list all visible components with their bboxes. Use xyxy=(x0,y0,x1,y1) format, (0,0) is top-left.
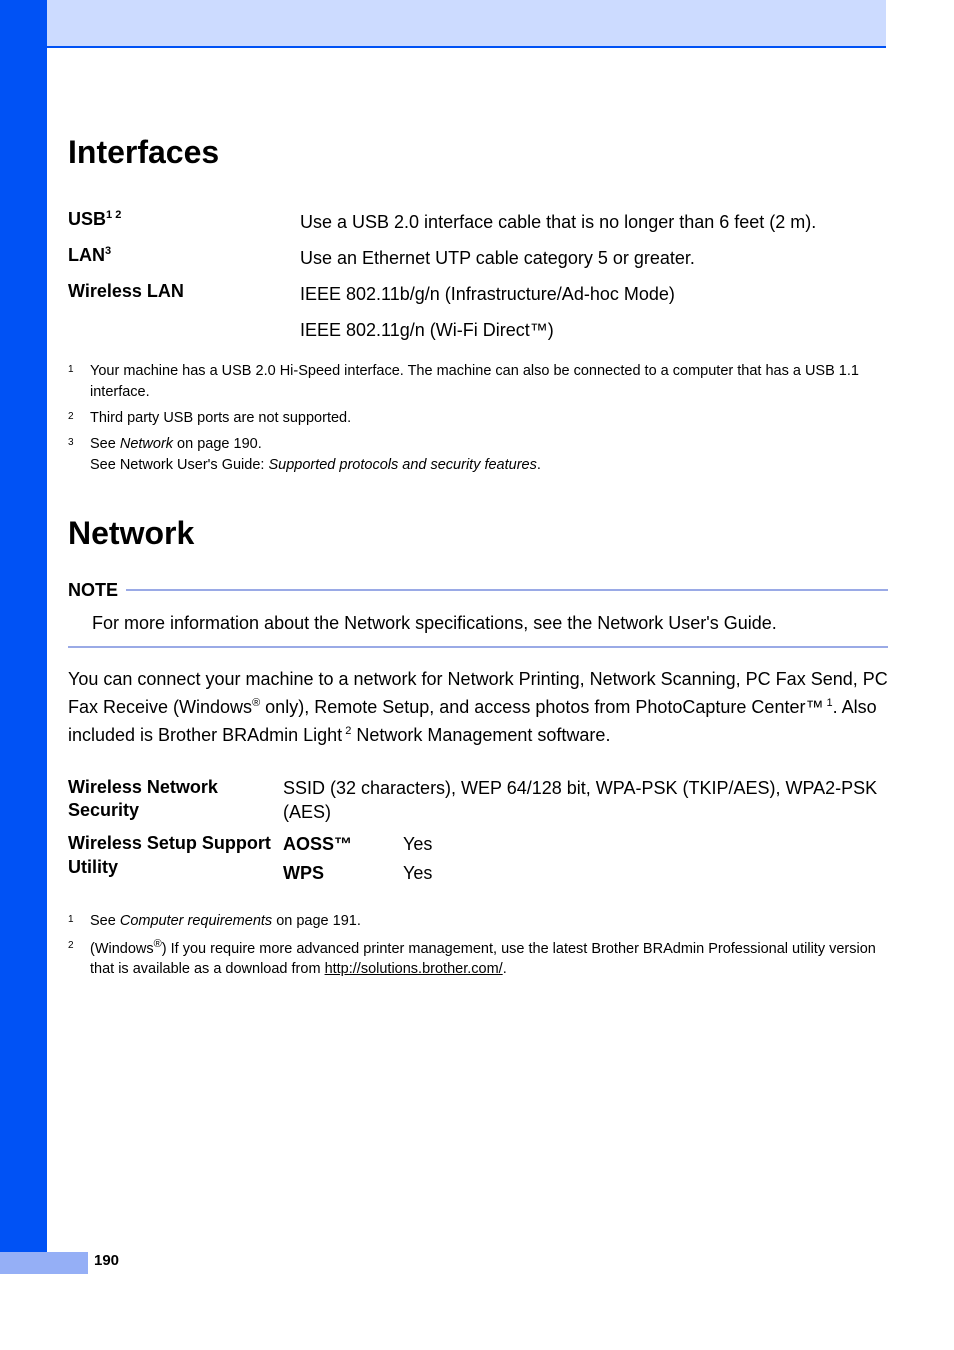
table-row: Wireless Network Security SSID (32 chara… xyxy=(68,776,888,825)
network-table: Wireless Network Security SSID (32 chara… xyxy=(68,776,888,889)
section-heading-network: Network xyxy=(68,515,888,552)
label-text: USB xyxy=(68,209,106,229)
text-span: only), Remote Setup, and access photos f… xyxy=(260,697,823,717)
value-line: IEEE 802.11b/g/n (Infrastructure/Ad-hoc … xyxy=(300,281,888,307)
text-span-italic: Supported protocols and security feature… xyxy=(268,457,536,473)
text-span: See xyxy=(90,436,120,452)
footnote-ref: 3 xyxy=(105,245,111,257)
table-row: Wireless Setup Support Utility AOSS™ Yes… xyxy=(68,832,888,889)
sub-label: AOSS™ xyxy=(283,832,403,856)
page-content: Interfaces USB1 2 Use a USB 2.0 interfac… xyxy=(68,134,888,1020)
footnote: 2 (Windows®) If you require more advance… xyxy=(68,937,888,979)
registered-mark: ® xyxy=(154,938,162,950)
footnote-marker: 2 xyxy=(68,408,90,428)
table-row: AOSS™ Yes xyxy=(283,832,888,856)
text-span: (Windows xyxy=(90,941,154,957)
left-sidebar xyxy=(0,0,47,1252)
table-row: USB1 2 Use a USB 2.0 interface cable tha… xyxy=(68,209,888,235)
spec-value: IEEE 802.11b/g/n (Infrastructure/Ad-hoc … xyxy=(300,281,888,343)
table-row: LAN3 Use an Ethernet UTP cable category … xyxy=(68,245,888,271)
text-span: . xyxy=(537,457,541,473)
note-label: NOTE xyxy=(68,580,118,601)
cross-ref[interactable]: Network xyxy=(120,436,173,452)
setup-subtable: AOSS™ Yes WPS Yes xyxy=(283,832,888,889)
spec-label-wlan: Wireless LAN xyxy=(68,281,300,343)
sub-value: Yes xyxy=(403,861,888,885)
text-span: on page 190. xyxy=(173,436,262,452)
footnote: 2 Third party USB ports are not supporte… xyxy=(68,408,888,428)
spec-label-setup: Wireless Setup Support Utility xyxy=(68,832,283,889)
footnote-marker: 1 xyxy=(68,361,90,402)
sub-label: WPS xyxy=(283,861,403,885)
footnote-marker: 3 xyxy=(68,434,90,475)
spec-value: Use an Ethernet UTP cable category 5 or … xyxy=(300,245,888,271)
network-intro-paragraph: You can connect your machine to a networ… xyxy=(68,666,888,750)
text-span: on page 191. xyxy=(272,913,361,929)
external-link[interactable]: http://solutions.brother.com/ xyxy=(325,961,503,977)
interfaces-table: USB1 2 Use a USB 2.0 interface cable tha… xyxy=(68,209,888,343)
cross-ref[interactable]: Computer requirements xyxy=(120,913,272,929)
page-number: 190 xyxy=(94,1252,119,1269)
registered-mark: ® xyxy=(252,697,260,709)
network-footnotes: 1 See Computer requirements on page 191.… xyxy=(68,911,888,980)
note-rule xyxy=(126,589,888,591)
note-header: NOTE xyxy=(68,580,888,601)
spec-value: Use a USB 2.0 interface cable that is no… xyxy=(300,209,888,235)
footnote-text: See Computer requirements on page 191. xyxy=(90,911,888,931)
footnote: 1 See Computer requirements on page 191. xyxy=(68,911,888,931)
spec-label-lan: LAN3 xyxy=(68,245,300,271)
text-span: . xyxy=(503,961,507,977)
footnote-marker: 1 xyxy=(68,911,90,931)
page-number-bar xyxy=(0,1252,88,1274)
text-span: Network Management software. xyxy=(351,725,610,745)
text-span: See Network User's Guide: xyxy=(90,457,268,473)
sub-value: Yes xyxy=(403,832,888,856)
footnote-text: (Windows®) If you require more advanced … xyxy=(90,937,888,979)
text-span: See xyxy=(90,913,120,929)
value-line: IEEE 802.11g/n (Wi-Fi Direct™) xyxy=(300,317,888,343)
footnote-text: Your machine has a USB 2.0 Hi-Speed inte… xyxy=(90,361,888,402)
footnote-text: Third party USB ports are not supported. xyxy=(90,408,888,428)
label-text: LAN xyxy=(68,245,105,265)
top-header-band xyxy=(47,0,886,48)
note-body: For more information about the Network s… xyxy=(68,607,888,648)
note-block: NOTE For more information about the Netw… xyxy=(68,580,888,648)
table-row: WPS Yes xyxy=(283,861,888,885)
spec-label-security: Wireless Network Security xyxy=(68,776,283,825)
interfaces-footnotes: 1 Your machine has a USB 2.0 Hi-Speed in… xyxy=(68,361,888,474)
footnote-ref: 1 2 xyxy=(106,209,121,221)
footnote: 3 See Network on page 190. See Network U… xyxy=(68,434,888,475)
table-row: Wireless LAN IEEE 802.11b/g/n (Infrastru… xyxy=(68,281,888,343)
footnote: 1 Your machine has a USB 2.0 Hi-Speed in… xyxy=(68,361,888,402)
spec-value: SSID (32 characters), WEP 64/128 bit, WP… xyxy=(283,776,888,825)
footnote-marker: 2 xyxy=(68,937,90,979)
spec-label-usb: USB1 2 xyxy=(68,209,300,235)
footnote-text: See Network on page 190. See Network Use… xyxy=(90,434,888,475)
section-heading-interfaces: Interfaces xyxy=(68,134,888,171)
